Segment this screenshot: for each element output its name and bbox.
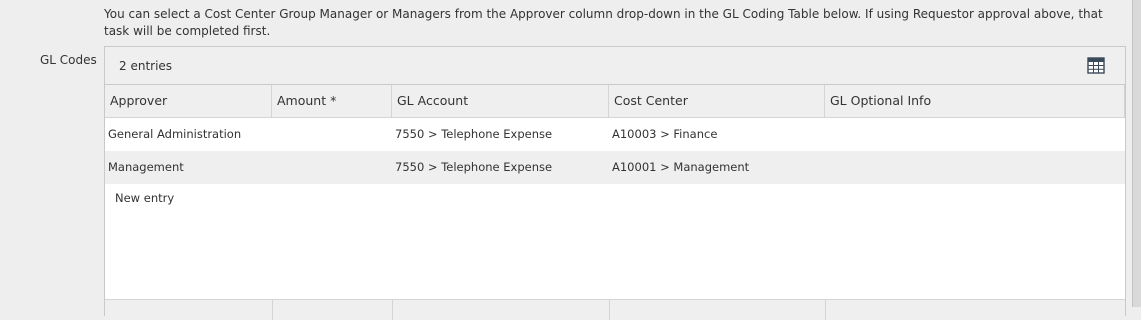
footer-cell — [609, 300, 826, 320]
table-row[interactable]: General Administration 7550 > Telephone … — [105, 118, 1125, 151]
table-footer — [105, 299, 1125, 320]
entry-count: 2 entries — [119, 59, 173, 73]
page-scrollbar[interactable] — [1132, 0, 1141, 307]
gl-coding-instructions: You can select a Cost Center Group Manag… — [104, 7, 1103, 38]
column-header-cost-center[interactable]: Cost Center — [609, 85, 825, 117]
cell-approver[interactable]: General Administration — [105, 118, 241, 151]
table-toolbar: 2 entries — [105, 47, 1125, 85]
column-header-gl-account[interactable]: GL Account — [392, 85, 609, 117]
cell-gl-optional-info[interactable] — [825, 151, 828, 184]
cell-approver[interactable]: Management — [105, 151, 184, 184]
table-icon[interactable] — [1087, 57, 1105, 74]
table-row[interactable]: Management 7550 > Telephone Expense A100… — [105, 151, 1125, 184]
cell-cost-center[interactable]: A10003 > Finance — [609, 118, 717, 151]
cell-cost-center[interactable]: A10001 > Management — [609, 151, 749, 184]
cell-amount[interactable] — [272, 151, 275, 184]
table-header: Approver Amount * GL Account Cost Center… — [105, 85, 1125, 118]
cell-gl-account[interactable]: 7550 > Telephone Expense — [392, 118, 552, 151]
column-header-gl-optional-info[interactable]: GL Optional Info — [825, 85, 1125, 117]
column-header-amount[interactable]: Amount * — [272, 85, 392, 117]
footer-cell — [272, 300, 393, 320]
new-entry-row[interactable]: New entry — [115, 191, 174, 205]
footer-cell — [392, 300, 610, 320]
cell-amount[interactable] — [272, 118, 275, 151]
cell-gl-account[interactable]: 7550 > Telephone Expense — [392, 151, 552, 184]
cell-gl-optional-info[interactable] — [825, 118, 828, 151]
gl-coding-table: 2 entries Approver Amount * GL Account C… — [104, 46, 1126, 320]
gl-codes-label: GL Codes — [40, 53, 97, 67]
column-header-approver[interactable]: Approver — [105, 85, 272, 117]
footer-cell — [105, 300, 273, 320]
